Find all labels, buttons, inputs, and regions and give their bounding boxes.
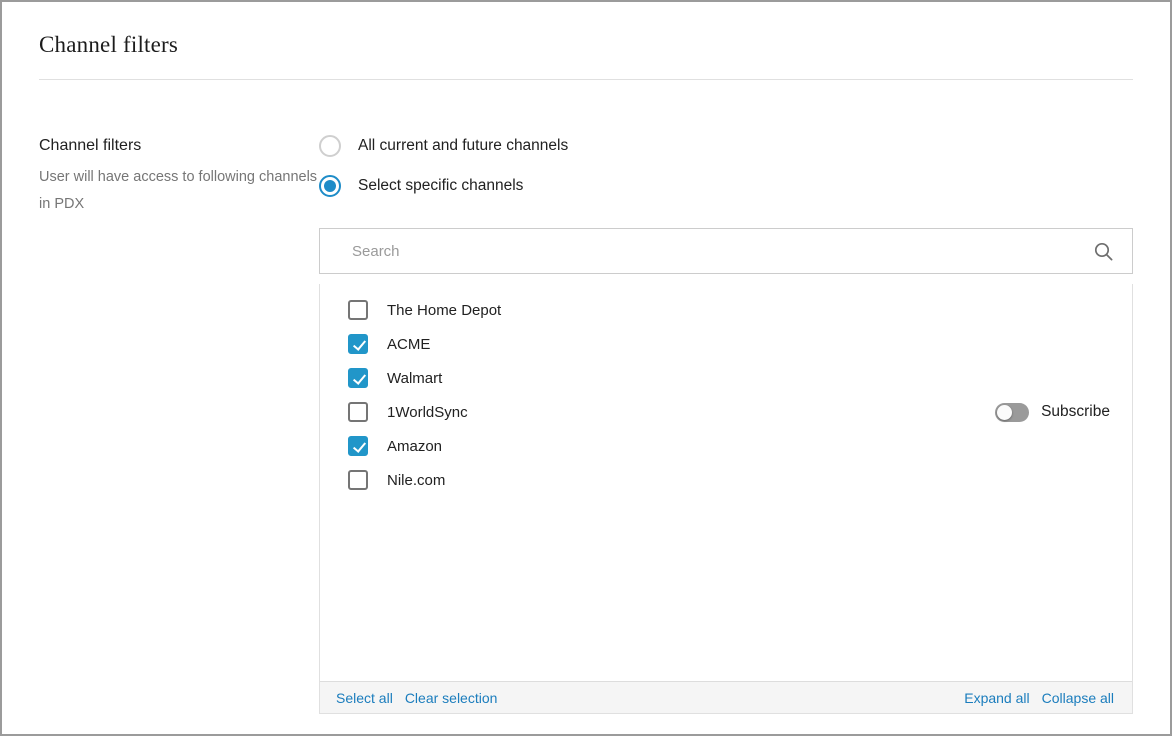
channel-search-box[interactable] xyxy=(319,228,1133,274)
radio-button[interactable] xyxy=(319,135,341,157)
header-divider xyxy=(39,79,1133,80)
main-area: All current and future channels Select s… xyxy=(319,134,1133,714)
collapse-all-link[interactable]: Collapse all xyxy=(1042,690,1114,706)
channel-checkbox-group[interactable]: Amazon xyxy=(348,436,442,456)
channel-checkbox-group[interactable]: ACME xyxy=(348,334,430,354)
channel-list-row: Amazon xyxy=(348,429,1110,463)
channel-checkbox[interactable] xyxy=(348,300,368,320)
channel-list-panel: The Home Depot ACME Walmart 1WorldSync xyxy=(319,284,1133,714)
channel-checkbox[interactable] xyxy=(348,368,368,388)
channel-list-row: ACME xyxy=(348,327,1110,361)
select-all-link[interactable]: Select all xyxy=(336,690,393,706)
content: Channel filters User will have access to… xyxy=(2,134,1170,714)
channel-filters-panel: Channel filters Channel filters User wil… xyxy=(0,0,1172,736)
subscribe-toggle-knob xyxy=(997,405,1012,420)
channel-list: The Home Depot ACME Walmart 1WorldSync xyxy=(320,284,1132,681)
page-header: Channel filters xyxy=(2,2,1170,80)
subscribe-label: Subscribe xyxy=(1041,403,1110,421)
radio-option-label: All current and future channels xyxy=(358,137,568,155)
radio-option-label: Select specific channels xyxy=(358,177,523,195)
channel-checkbox-group[interactable]: The Home Depot xyxy=(348,300,501,320)
channel-checkbox[interactable] xyxy=(348,436,368,456)
channel-label: 1WorldSync xyxy=(387,404,468,421)
channel-checkbox[interactable] xyxy=(348,470,368,490)
channel-list-row: Walmart xyxy=(348,361,1110,395)
footer-links-right: Expand all Collapse all xyxy=(958,690,1120,706)
section-label: Channel filters xyxy=(39,134,319,158)
channel-list-row: Nile.com xyxy=(348,463,1110,497)
channel-checkbox[interactable] xyxy=(348,334,368,354)
subscribe-toggle[interactable] xyxy=(995,403,1029,422)
channel-label: Walmart xyxy=(387,370,442,387)
expand-all-link[interactable]: Expand all xyxy=(964,690,1029,706)
subscribe-toggle-wrap: Subscribe xyxy=(995,403,1110,422)
radio-button[interactable] xyxy=(319,175,341,197)
channel-scope-radio-group: All current and future channels Select s… xyxy=(319,134,1133,198)
channel-label: Nile.com xyxy=(387,472,445,489)
section-helper-text: User will have access to following chann… xyxy=(39,164,319,218)
channel-label: The Home Depot xyxy=(387,302,501,319)
sidebar: Channel filters User will have access to… xyxy=(39,134,319,714)
channel-label: Amazon xyxy=(387,438,442,455)
channel-list-row: 1WorldSync Subscribe xyxy=(348,395,1110,429)
clear-selection-link[interactable]: Clear selection xyxy=(405,690,498,706)
list-footer-bar: Select all Clear selection Expand all Co… xyxy=(320,681,1132,713)
channel-checkbox[interactable] xyxy=(348,402,368,422)
channel-label: ACME xyxy=(387,336,430,353)
channel-checkbox-group[interactable]: 1WorldSync xyxy=(348,402,468,422)
channel-list-row: The Home Depot xyxy=(348,293,1110,327)
radio-option-specific-channels[interactable]: Select specific channels xyxy=(319,174,1133,198)
page-title: Channel filters xyxy=(39,32,1133,58)
channel-checkbox-group[interactable]: Walmart xyxy=(348,368,442,388)
channel-checkbox-group[interactable]: Nile.com xyxy=(348,470,445,490)
footer-links-left: Select all Clear selection xyxy=(330,690,503,706)
radio-option-all-channels[interactable]: All current and future channels xyxy=(319,134,1133,158)
search-icon[interactable] xyxy=(1093,241,1114,262)
search-input[interactable] xyxy=(352,243,1093,260)
